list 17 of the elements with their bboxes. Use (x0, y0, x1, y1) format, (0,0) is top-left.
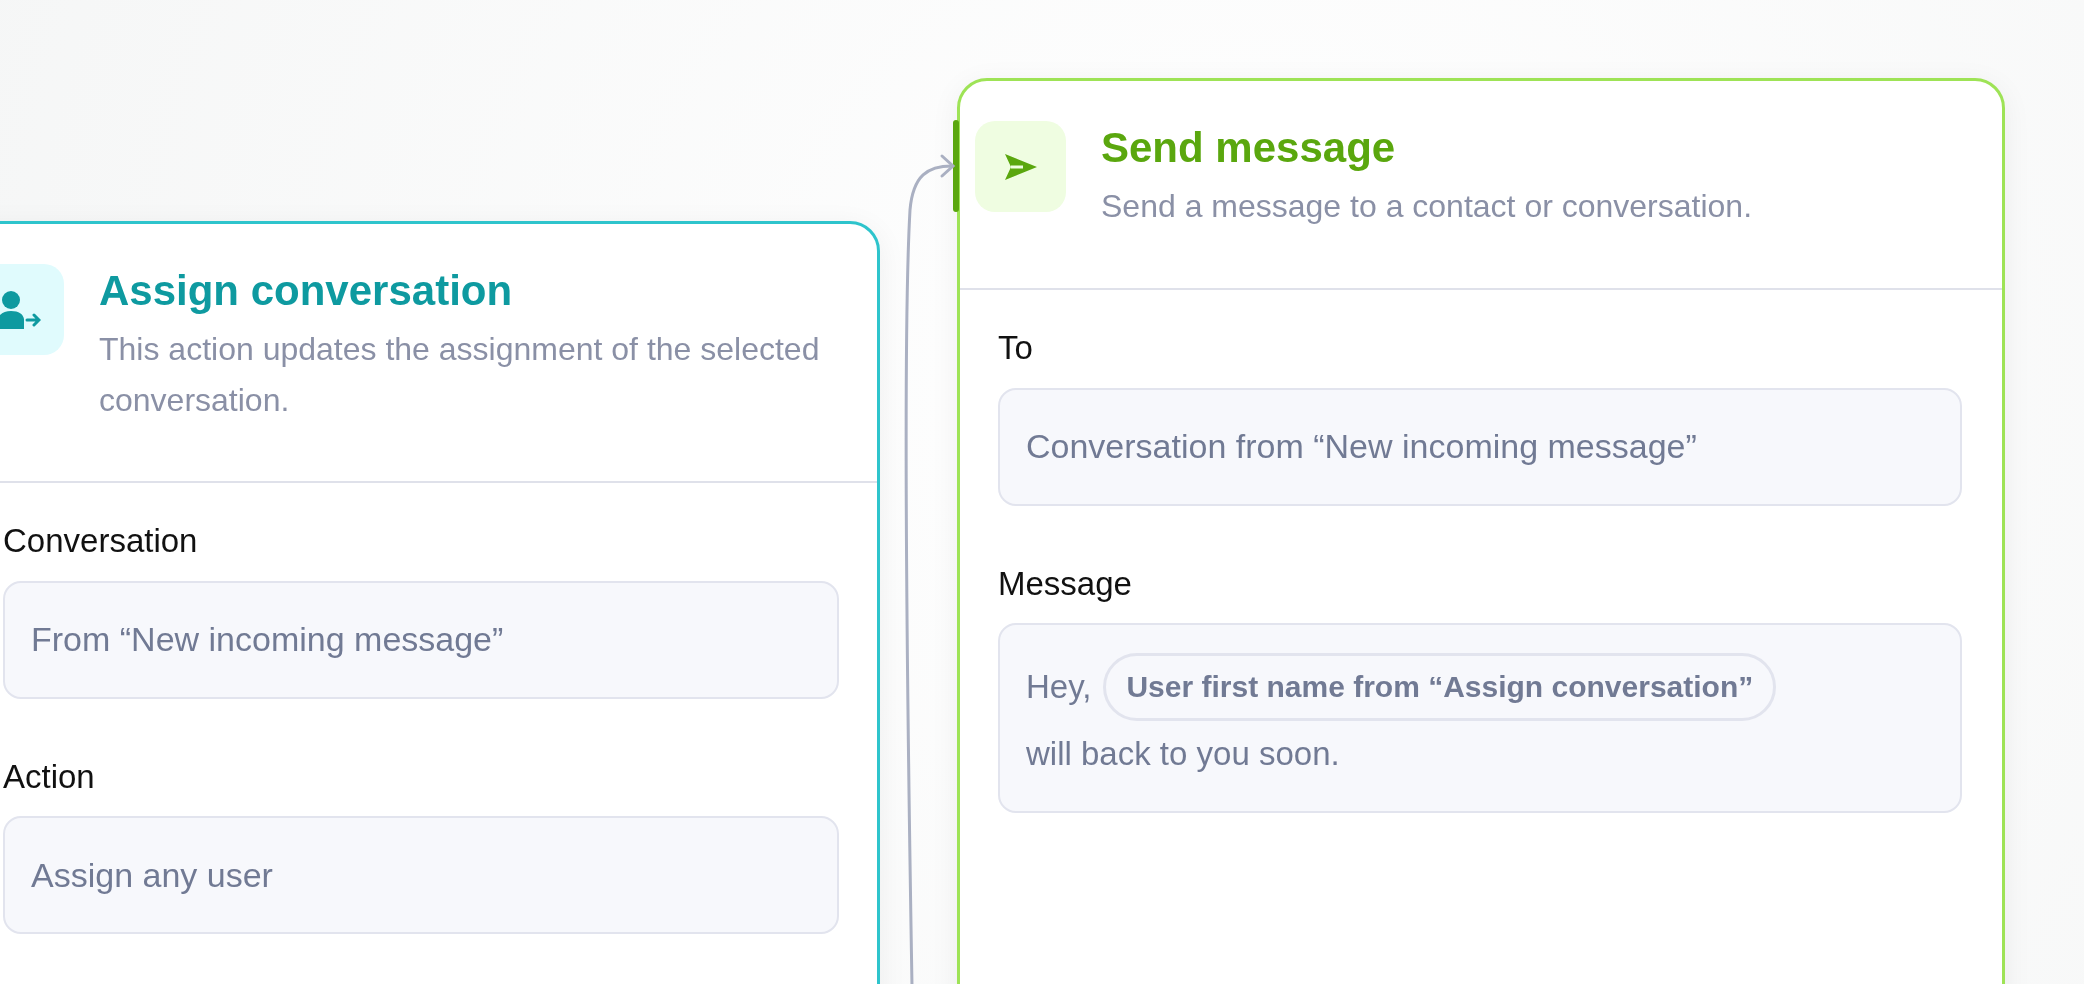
input-field[interactable]: From “New incoming message” (3, 580, 839, 699)
variable-chip[interactable]: User first name from “Assign conversation” (1103, 653, 1777, 722)
node-title: Assign conversation (99, 266, 514, 316)
message-text: will back to you soon. (1026, 734, 1340, 775)
send-icon (1002, 151, 1039, 182)
field-label: Conversation (3, 521, 199, 561)
node-description: Send a message to a contact or conversation. (1101, 187, 1753, 227)
input-field[interactable]: Conversation from “New incoming message” (998, 387, 1962, 506)
message-field[interactable]: Hey, User first name from “Assign conversation” will back to you soon. (998, 623, 1962, 814)
field-label: To (998, 328, 1034, 368)
node-description: This action updates the assignment of the selected conversation. (99, 330, 821, 421)
field-label: Message (998, 563, 1133, 604)
message-text: Hey, (1026, 667, 1092, 708)
field-label: Action (3, 756, 96, 797)
node-title: Send message (1101, 123, 1397, 173)
input-field[interactable]: Assign any user (3, 816, 839, 935)
user-assign-icon (0, 289, 41, 330)
